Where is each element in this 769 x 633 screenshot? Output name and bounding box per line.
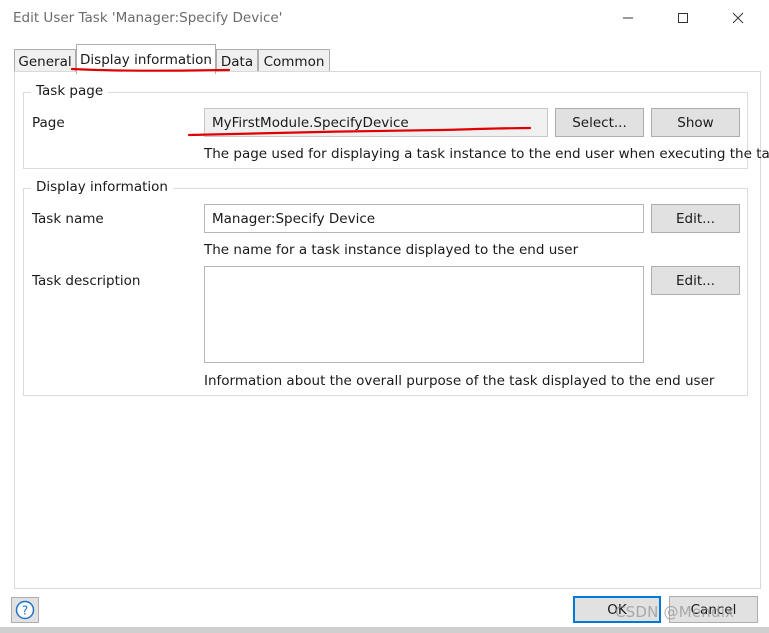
minimize-icon — [623, 17, 633, 19]
tab-common[interactable]: Common — [258, 49, 330, 73]
task-description-edit-button[interactable]: Edit... — [651, 266, 740, 295]
help-icon: ? — [15, 600, 35, 620]
help-glyph: ? — [22, 604, 28, 618]
display-information-legend: Display information — [31, 179, 173, 195]
taskbar-strip — [0, 627, 769, 633]
tab-display-information[interactable]: Display information — [76, 44, 216, 74]
task-name-edit-button[interactable]: Edit... — [651, 204, 740, 233]
close-icon — [732, 12, 744, 24]
page-field[interactable]: MyFirstModule.SpecifyDevice — [204, 108, 548, 137]
task-description-field[interactable] — [204, 266, 644, 363]
tab-data[interactable]: Data — [216, 49, 258, 73]
maximize-button[interactable] — [660, 0, 706, 36]
help-button[interactable]: ? — [11, 597, 39, 623]
title-bar: Edit User Task 'Manager:Specify Device' — [0, 0, 769, 38]
select-page-button[interactable]: Select... — [555, 108, 644, 137]
close-button[interactable] — [715, 0, 761, 36]
page-hint: The page used for displaying a task inst… — [204, 146, 769, 162]
tab-general[interactable]: General — [14, 49, 76, 73]
task-name-hint: The name for a task instance displayed t… — [204, 242, 579, 258]
task-page-legend: Task page — [31, 83, 109, 99]
window-title: Edit User Task 'Manager:Specify Device' — [13, 10, 283, 26]
minimize-button[interactable] — [605, 0, 651, 36]
task-name-label: Task name — [32, 211, 104, 227]
watermark-text: CSDN @Mendix — [615, 603, 735, 621]
task-name-field[interactable]: Manager:Specify Device — [204, 204, 644, 233]
task-description-hint: Information about the overall purpose of… — [204, 373, 715, 389]
task-description-label: Task description — [32, 273, 141, 289]
show-page-button[interactable]: Show — [651, 108, 740, 137]
maximize-icon — [678, 13, 688, 23]
tab-panel: Task page Page MyFirstModule.SpecifyDevi… — [14, 71, 769, 589]
page-label: Page — [32, 115, 65, 131]
